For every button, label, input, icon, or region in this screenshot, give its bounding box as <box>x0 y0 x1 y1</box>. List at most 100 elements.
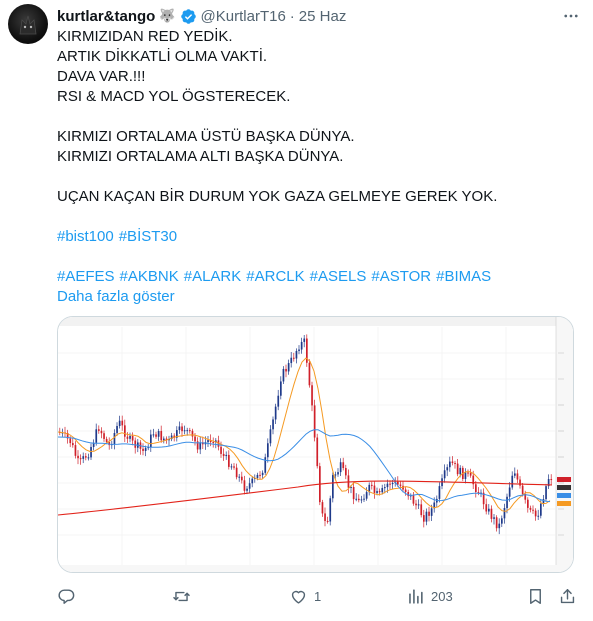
candle-body <box>438 486 441 499</box>
candle-body <box>532 509 534 511</box>
candle-body <box>334 474 337 476</box>
tweet-actions: 1 203 <box>57 584 577 608</box>
hashtag-link[interactable]: #ASTOR <box>371 268 431 285</box>
heart-icon <box>291 590 306 604</box>
candle-body <box>129 435 131 439</box>
candle-body <box>293 357 295 359</box>
hashtag-link[interactable]: #ALARK <box>184 268 242 285</box>
hashtag-link[interactable]: #BİST30 <box>119 228 177 245</box>
hashtag-link[interactable]: #ASELS <box>310 268 367 285</box>
candle-body <box>103 433 105 439</box>
candle-body <box>459 467 462 475</box>
candle-body <box>534 510 537 517</box>
wolf-avatar-icon <box>19 15 37 35</box>
candle-body <box>295 350 298 359</box>
tweet-header: kurtlar&tango 🐺 @KurtlarT16 · 25 Haz <box>57 6 346 26</box>
chart-time-axis <box>58 565 573 572</box>
candle-body <box>329 498 332 522</box>
more-button[interactable] <box>559 4 583 28</box>
reply-icon <box>58 588 75 604</box>
candle-body <box>352 486 355 500</box>
show-more-link[interactable]: Daha fazla göster <box>57 287 577 307</box>
candle-body <box>163 438 165 441</box>
retweet-button[interactable] <box>172 584 197 608</box>
candle-body <box>233 466 235 468</box>
candle-body <box>384 487 386 489</box>
candle-body <box>521 485 524 494</box>
candle-body <box>371 484 373 486</box>
bookmark-button[interactable] <box>526 584 545 608</box>
text-line: ARTIK DİKKATLİ OLMA VAKTİ. <box>57 48 268 65</box>
candle-body <box>308 362 311 386</box>
candle-body <box>95 429 98 443</box>
verified-badge-icon[interactable] <box>180 8 197 25</box>
candle-body <box>404 489 407 492</box>
tweet-timestamp[interactable]: 25 Haz <box>299 8 347 25</box>
candle-body <box>358 498 360 501</box>
candle-body <box>373 485 376 493</box>
hashtag-link[interactable]: #AEFES <box>57 268 115 285</box>
candle-body <box>251 478 254 484</box>
candle-body <box>324 513 326 521</box>
candle-body <box>142 448 144 451</box>
candle-body <box>298 349 300 351</box>
candle-body <box>529 507 532 510</box>
candle-body <box>69 438 72 444</box>
share-button[interactable] <box>558 584 577 608</box>
text-line: DAVA VAR.!!! <box>57 68 146 85</box>
candle-body <box>222 453 225 457</box>
candle-body <box>160 431 163 441</box>
candle-body <box>389 483 391 485</box>
candle-body <box>542 499 545 504</box>
candle-body <box>360 499 363 501</box>
candle-body <box>425 511 428 522</box>
candle-body <box>72 443 74 446</box>
text-line: RSI & MACD YOL ÖGSTERECEK. <box>57 88 291 105</box>
candle-body <box>207 440 209 443</box>
reply-button[interactable] <box>57 584 82 608</box>
author-avatar[interactable] <box>8 4 48 44</box>
candle-body <box>454 462 456 464</box>
candle-body <box>376 491 378 493</box>
hashtag-link[interactable]: #ARCLK <box>246 268 304 285</box>
hashtag-row: #AEFES #AKBNK #ALARK #ARCLK #ASELS #ASTOR #BIM… <box>57 267 577 287</box>
price-tag-marker <box>557 501 571 506</box>
candle-body <box>527 499 529 508</box>
author-name[interactable]: kurtlar&tango <box>57 8 155 25</box>
wolf-emoji-icon: 🐺 <box>159 8 176 23</box>
candle-body <box>287 363 290 372</box>
candle-body <box>178 426 181 431</box>
candle-body <box>269 429 272 444</box>
chart-price-axis <box>556 317 573 572</box>
views-button[interactable]: 203 <box>406 584 453 608</box>
candle-body <box>282 368 285 382</box>
hashtag-link[interactable]: #AKBNK <box>120 268 179 285</box>
text-line: KIRMIZI ORTALAMA ÜSTÜ BAŞKA DÜNYA. <box>57 128 355 145</box>
like-button[interactable]: 1 <box>289 584 321 608</box>
views-count: 203 <box>431 588 453 604</box>
candle-body <box>100 430 103 434</box>
candle-body <box>152 434 155 436</box>
candle-body <box>493 517 495 519</box>
candle-body <box>126 436 129 439</box>
candle-body <box>259 474 261 476</box>
candle-body <box>550 479 553 481</box>
retweet-icon <box>173 591 190 601</box>
author-handle[interactable]: @KurtlarT16 <box>201 8 286 25</box>
candle-body <box>90 446 92 458</box>
candle-body <box>464 472 467 479</box>
candle-body <box>241 476 243 481</box>
candle-body <box>503 508 506 519</box>
candle-body <box>428 511 430 516</box>
candle-body <box>316 437 319 467</box>
candle-body <box>79 458 82 460</box>
candle-body <box>290 357 293 364</box>
hashtag-link[interactable]: #BIMAS <box>436 268 491 285</box>
candle-body <box>225 454 228 457</box>
candle-body <box>449 461 451 468</box>
hashtag-link[interactable]: #bist100 <box>57 228 114 245</box>
tweet-media-image[interactable] <box>57 316 574 573</box>
candle-body <box>326 520 329 522</box>
candle-body <box>121 420 124 426</box>
candle-body <box>511 475 514 488</box>
